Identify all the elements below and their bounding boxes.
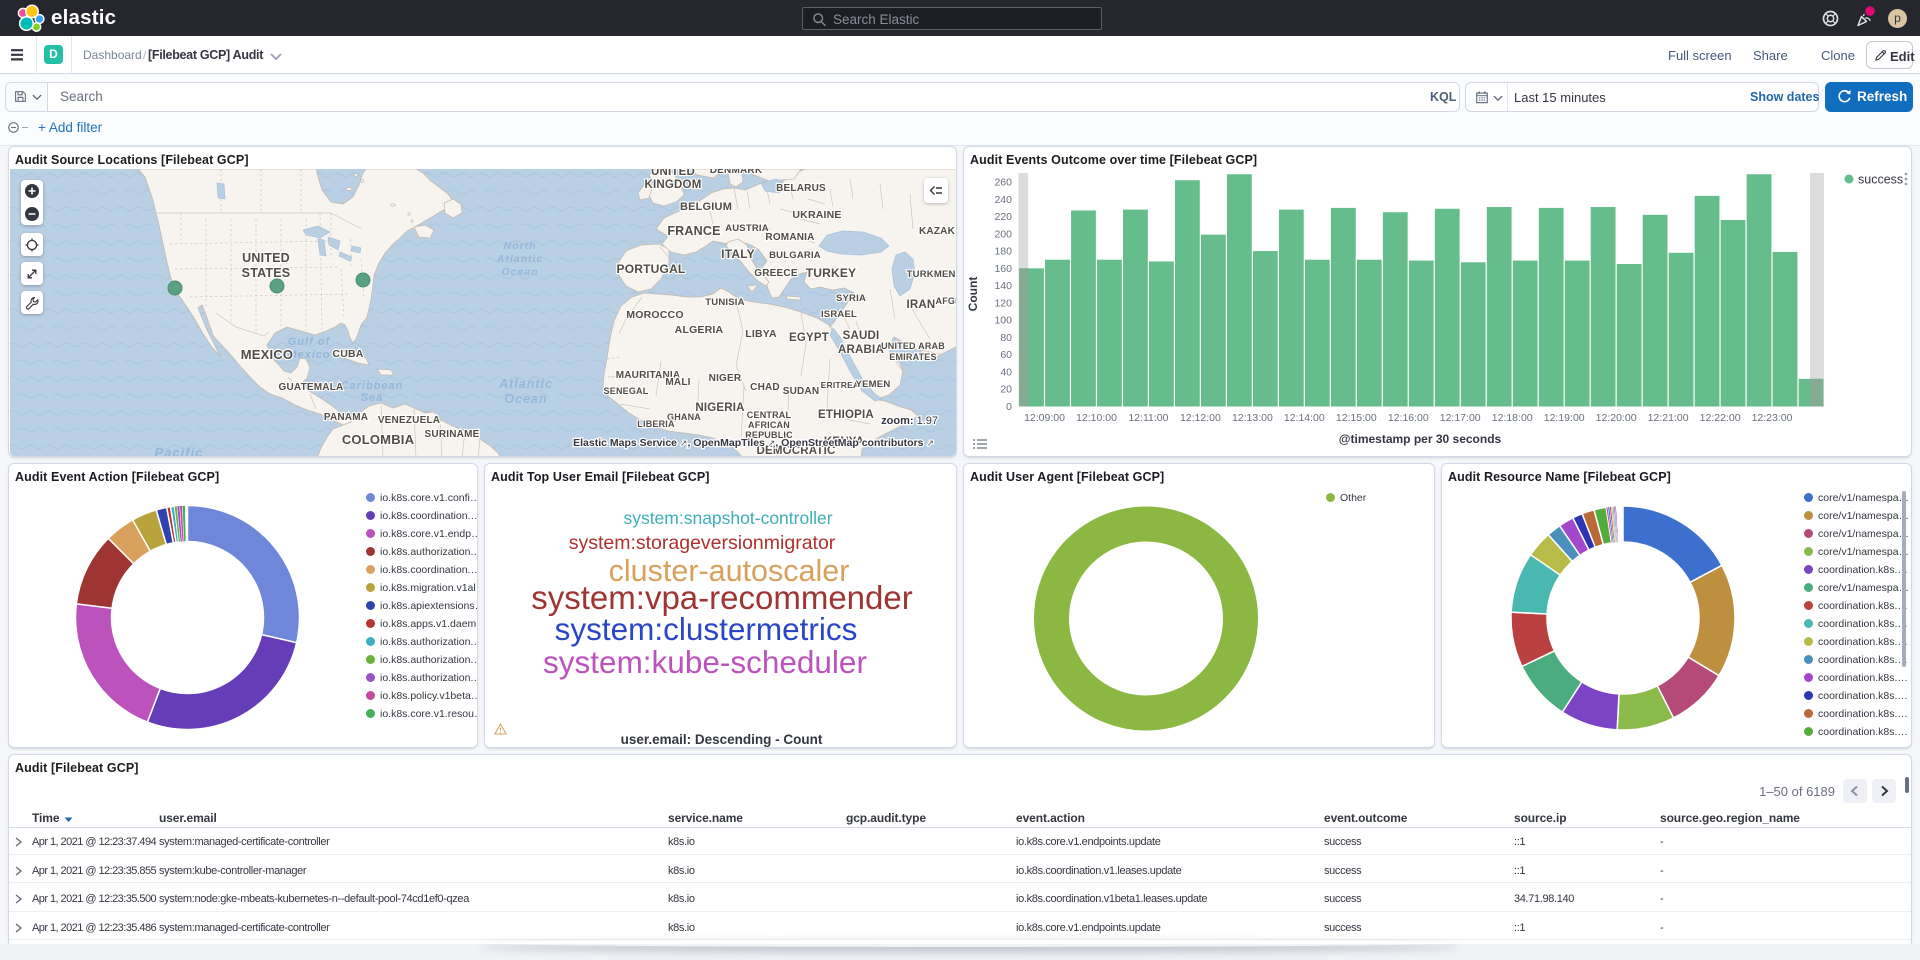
svg-text:system:kube-scheduler: system:kube-scheduler [543,644,867,680]
svg-text:12:13:00: 12:13:00 [1232,412,1273,424]
svg-text:system:snapshot-controller: system:snapshot-controller [623,508,832,528]
svg-text:TURKMENISTA: TURKMENISTA [907,269,957,280]
svg-text:UNITED: UNITED [651,169,695,178]
svg-text:YEMEN: YEMEN [856,379,891,390]
svg-text:EMIRATES: EMIRATES [889,352,936,362]
svg-text:Mexico: Mexico [287,349,330,361]
svg-text:12:09:00: 12:09:00 [1024,412,1065,424]
svg-text:AFGHA: AFGHA [936,296,958,306]
svg-text:KAZAK: KAZAK [919,226,956,237]
svg-text:CUBA: CUBA [332,348,363,360]
svg-text:12:12:00: 12:12:00 [1180,412,1221,424]
svg-text:NIGER: NIGER [709,373,742,384]
svg-text:20: 20 [1000,384,1012,396]
svg-text:12:20:00: 12:20:00 [1596,412,1637,424]
svg-text:FRANCE: FRANCE [667,224,720,238]
svg-text:CENTRAL: CENTRAL [747,410,792,420]
svg-text:140: 140 [994,280,1012,292]
svg-text:12:21:00: 12:21:00 [1648,412,1689,424]
svg-text:BELARUS: BELARUS [776,183,826,194]
svg-text:Count: Count [966,277,980,312]
svg-text:GUATEMALA: GUATEMALA [279,382,344,393]
svg-text:Atlantic: Atlantic [498,377,553,391]
svg-text:12:17:00: 12:17:00 [1440,412,1481,424]
svg-text:60: 60 [1000,349,1012,361]
svg-text:Ocean: Ocean [504,392,547,406]
svg-text:SAUDI: SAUDI [843,330,880,342]
svg-text:DENMARK: DENMARK [710,169,763,176]
svg-text:PANAMA: PANAMA [324,412,368,423]
svg-text:STATES: STATES [242,266,291,280]
svg-text:Gulf of: Gulf of [288,336,331,348]
svg-text:12:22:00: 12:22:00 [1700,412,1741,424]
svg-text:200: 200 [994,228,1012,240]
svg-text:260: 260 [994,177,1012,189]
svg-text:UNITED ARAB: UNITED ARAB [881,341,945,351]
svg-text:12:15:00: 12:15:00 [1336,412,1377,424]
svg-text:ISRAEL: ISRAEL [821,309,857,320]
svg-text:UKRAINE: UKRAINE [792,209,841,221]
svg-text:VENEZUELA: VENEZUELA [378,415,440,426]
svg-text:220: 220 [994,211,1012,223]
svg-text:ALGERIA: ALGERIA [675,324,724,336]
svg-text:SUDAN: SUDAN [783,386,820,397]
svg-text:MALI: MALI [665,377,690,388]
svg-text:12:18:00: 12:18:00 [1492,412,1533,424]
svg-text:CHAD: CHAD [750,382,780,393]
svg-text:MEXICO: MEXICO [241,347,293,362]
svg-text:BULGARIA: BULGARIA [769,250,821,261]
svg-text:12:11:00: 12:11:00 [1128,412,1168,424]
svg-text:ETHIOPIA: ETHIOPIA [818,409,874,421]
svg-text:@timestamp per 30 seconds: @timestamp per 30 seconds [1339,432,1502,446]
svg-text:system:storageversionmigrator: system:storageversionmigrator [569,532,836,554]
svg-text:GREECE: GREECE [754,268,798,279]
svg-text:UNITED: UNITED [242,251,290,265]
svg-text:AUSTRIA: AUSTRIA [725,223,769,234]
svg-text:ARABIA: ARABIA [838,344,884,356]
svg-text:Elastic Maps Service ↗, OpenMa: Elastic Maps Service ↗, OpenMapTiles ↗, … [573,437,934,449]
svg-text:Pacific: Pacific [155,445,204,457]
svg-text:LIBERIA: LIBERIA [637,419,675,429]
svg-text:IRAN: IRAN [907,299,936,311]
svg-text:240: 240 [994,194,1012,206]
svg-text:system:clustermetrics: system:clustermetrics [555,611,858,647]
svg-text:Caribbean: Caribbean [341,380,404,392]
svg-text:180: 180 [994,246,1012,258]
svg-text:PORTUGAL: PORTUGAL [617,262,686,276]
svg-text:ITALY: ITALY [721,247,755,261]
svg-text:12:14:00: 12:14:00 [1284,412,1325,424]
svg-text:KINGDOM: KINGDOM [645,179,702,191]
svg-text:Ocean: Ocean [501,266,538,278]
svg-text:BELGIUM: BELGIUM [680,201,732,213]
svg-text:Sea: Sea [361,392,384,404]
svg-text:EGYPT: EGYPT [789,332,829,344]
svg-text:100: 100 [994,315,1012,327]
svg-text:COLOMBIA: COLOMBIA [342,432,415,447]
svg-text:0: 0 [1006,401,1012,413]
svg-text:zoom: 1.97: zoom: 1.97 [881,415,938,427]
svg-text:LIBYA: LIBYA [745,328,777,340]
svg-text:Atlantic: Atlantic [496,253,544,265]
svg-text:SENEGAL: SENEGAL [604,386,649,396]
svg-text:12:19:00: 12:19:00 [1544,412,1585,424]
svg-text:40: 40 [1000,367,1012,379]
svg-text:TUNISIA: TUNISIA [705,297,744,308]
svg-text:160: 160 [994,263,1012,275]
svg-text:North: North [504,240,537,252]
svg-text:12:16:00: 12:16:00 [1388,412,1429,424]
svg-text:AFRICAN: AFRICAN [748,420,790,430]
svg-text:SYRIA: SYRIA [836,293,866,304]
svg-text:SURINAME: SURINAME [425,429,480,440]
svg-text:120: 120 [994,297,1012,309]
svg-text:12:23:00: 12:23:00 [1752,412,1793,424]
svg-text:12:10:00: 12:10:00 [1076,412,1117,424]
svg-text:ROMANIA: ROMANIA [765,232,814,243]
svg-text:NIGERIA: NIGERIA [695,402,744,414]
svg-text:80: 80 [1000,332,1012,344]
svg-text:TURKEY: TURKEY [806,266,857,280]
svg-text:ERITREA: ERITREA [821,380,860,390]
svg-text:success: success [1858,173,1903,187]
svg-text:MOROCCO: MOROCCO [626,309,683,321]
